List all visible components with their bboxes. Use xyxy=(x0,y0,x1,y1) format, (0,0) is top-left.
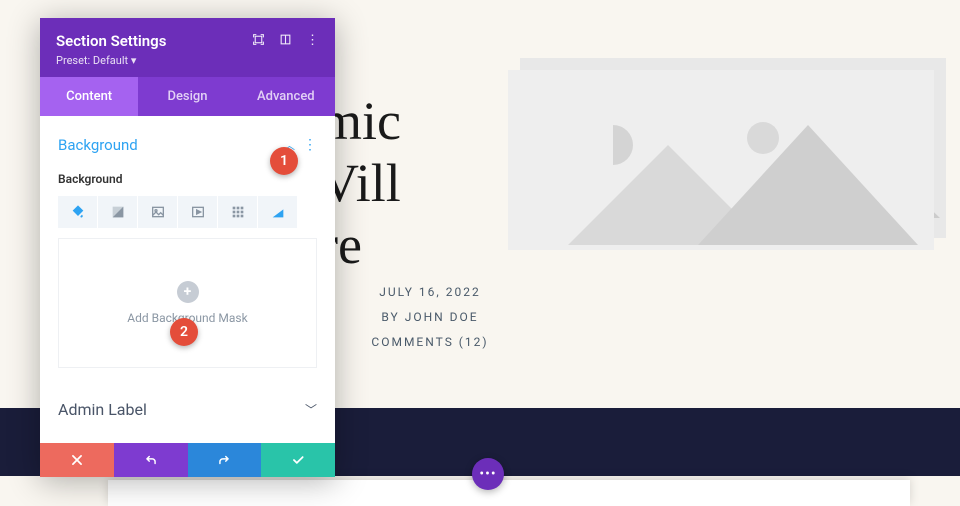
pattern-icon xyxy=(230,204,246,220)
tab-content[interactable]: Content xyxy=(40,77,138,116)
panel-header[interactable]: Section Settings ⋮ Preset: Default ▾ xyxy=(40,18,335,77)
snap-icon[interactable] xyxy=(279,33,292,50)
bg-tab-mask[interactable] xyxy=(258,196,298,228)
panel-footer xyxy=(40,443,335,477)
annotation-badge-2: 2 xyxy=(170,318,198,346)
redo-button[interactable] xyxy=(188,443,262,477)
background-heading: Background xyxy=(58,136,138,154)
bg-tab-image[interactable] xyxy=(138,196,178,228)
bg-tab-video[interactable] xyxy=(178,196,218,228)
save-button[interactable] xyxy=(261,443,335,477)
annotation-badge-1: 1 xyxy=(270,147,298,175)
preset-dropdown[interactable]: Preset: Default ▾ xyxy=(56,54,319,67)
panel-tabs: Content Design Advanced xyxy=(40,77,335,116)
undo-icon xyxy=(144,453,158,467)
section-settings-panel: Section Settings ⋮ Preset: Default ▾ Con… xyxy=(40,18,335,477)
expand-icon[interactable] xyxy=(252,33,265,50)
kebab-menu-icon[interactable]: ⋮ xyxy=(306,33,319,50)
image-placeholder-front xyxy=(508,70,934,250)
background-type-tabs xyxy=(58,196,317,228)
paint-bucket-icon xyxy=(70,204,86,220)
mask-icon xyxy=(270,204,286,220)
bg-tab-pattern[interactable] xyxy=(218,196,258,228)
undo-button[interactable] xyxy=(114,443,188,477)
add-section-fab[interactable]: ••• xyxy=(472,458,504,490)
redo-icon xyxy=(217,453,231,467)
close-icon xyxy=(70,453,84,467)
admin-label-heading: Admin Label xyxy=(58,400,147,419)
tab-design[interactable]: Design xyxy=(138,77,236,116)
section-kebab-icon[interactable]: ⋮ xyxy=(303,137,317,153)
panel-title: Section Settings xyxy=(56,32,166,50)
bg-tab-color[interactable] xyxy=(58,196,98,228)
bg-tab-gradient[interactable] xyxy=(98,196,138,228)
admin-label-section[interactable]: Admin Label ﹀ xyxy=(58,388,317,435)
tab-advanced[interactable]: Advanced xyxy=(237,77,335,116)
background-mask-dropzone[interactable]: + Add Background Mask xyxy=(58,238,317,368)
check-icon xyxy=(291,453,305,467)
article-title-fragment: mic Vill re xyxy=(320,90,420,276)
image-icon xyxy=(150,204,166,220)
chevron-down-icon: ﹀ xyxy=(305,401,317,418)
video-icon xyxy=(190,204,206,220)
white-card-section xyxy=(108,480,910,506)
article-date: JULY 16, 2022 xyxy=(330,280,530,305)
article-meta: JULY 16, 2022 BY JOHN DOE COMMENTS (12) xyxy=(330,280,530,356)
cancel-button[interactable] xyxy=(40,443,114,477)
article-comments: COMMENTS (12) xyxy=(330,330,530,355)
article-author: BY JOHN DOE xyxy=(330,305,530,330)
gradient-icon xyxy=(110,204,126,220)
add-icon[interactable]: + xyxy=(177,281,199,303)
